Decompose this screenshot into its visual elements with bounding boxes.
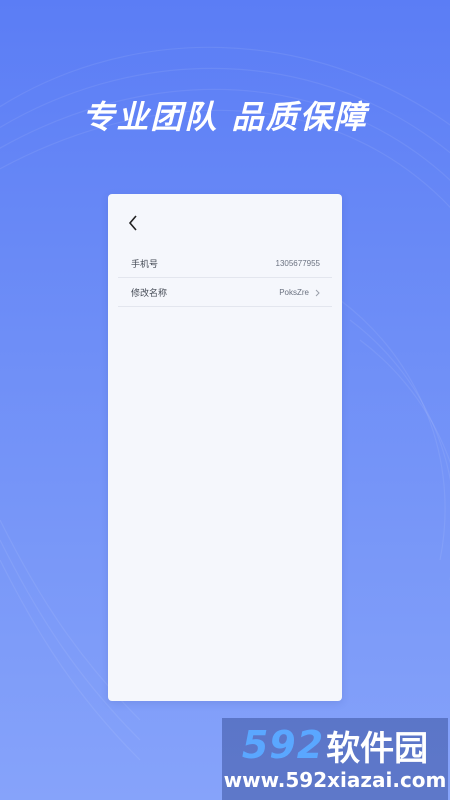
edit-name-row[interactable]: 修改名称 PoksZre bbox=[118, 279, 332, 307]
back-button[interactable] bbox=[124, 212, 142, 234]
chevron-left-icon bbox=[128, 215, 137, 231]
phone-number-row: 手机号 1305677955 bbox=[118, 250, 332, 278]
watermark-url: www.592xiazai.com bbox=[223, 768, 447, 792]
phone-number-label: 手机号 bbox=[131, 259, 159, 269]
edit-name-label: 修改名称 bbox=[131, 288, 168, 298]
chevron-right-icon bbox=[315, 289, 320, 297]
edit-name-value: PoksZre bbox=[279, 288, 309, 297]
edit-name-value-wrap: PoksZre bbox=[279, 288, 320, 297]
site-watermark: 592 软件园 www.592xiazai.com bbox=[222, 718, 448, 800]
app-screen-card: 手机号 1305677955 修改名称 PoksZre bbox=[108, 194, 342, 701]
watermark-number: 592 bbox=[241, 723, 325, 767]
watermark-brand: 软件园 bbox=[326, 728, 429, 769]
watermark-logo: 592 软件园 bbox=[222, 722, 448, 769]
phone-number-value: 1305677955 bbox=[275, 259, 321, 268]
headline: 专业团队 品质保障 bbox=[82, 98, 368, 136]
